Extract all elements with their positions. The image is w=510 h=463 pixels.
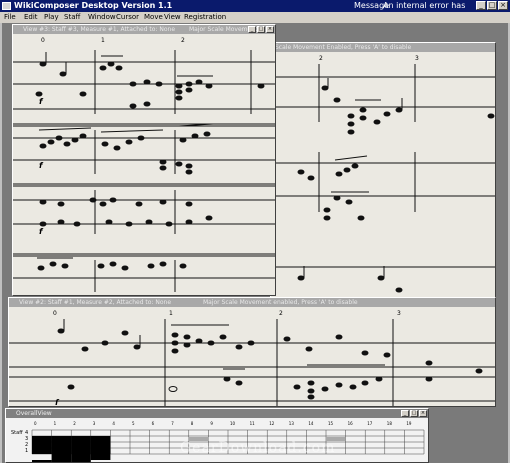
measure-number: 19: [406, 421, 412, 426]
measure-cell-filled: [51, 442, 72, 448]
measure-number: 14: [308, 421, 314, 426]
measure-cell-filled: [90, 442, 111, 448]
measure-number: 3: [415, 55, 419, 62]
maximize-button[interactable]: □: [487, 1, 497, 10]
menu-file[interactable]: File: [4, 12, 16, 23]
measure-number: 15: [328, 421, 334, 426]
measure-cell-filled: [71, 448, 91, 454]
measure-number: 1: [169, 310, 173, 317]
menu-play[interactable]: Play: [44, 12, 59, 23]
window-close-button[interactable]: ×: [419, 410, 427, 417]
window-hint: Major Scale Movement enabled, Press 'A' …: [202, 299, 358, 306]
window-minimize-button[interactable]: _: [248, 26, 256, 33]
measure-number: 1: [101, 37, 105, 44]
app-titlebar: WikiComposer Desktop Version 1.1 Message…: [0, 0, 510, 22]
minimize-button[interactable]: _: [476, 1, 486, 10]
measure-cell-filled: [32, 442, 52, 448]
window-titlebar[interactable]: View #3: Staff #3, Measure #1, Attached …: [13, 25, 275, 34]
measure-cell-filled: [90, 454, 111, 460]
measure-number: 12: [269, 421, 275, 426]
window-titlebar[interactable]: Scale Movement Enabled, Press 'A' to dis…: [271, 43, 495, 52]
menu-move[interactable]: Move: [144, 12, 163, 23]
measure-cell-filled: [51, 436, 72, 442]
measure-cell-filled: [32, 448, 52, 454]
measure-cell-filled: [71, 436, 91, 442]
window-maximize-button[interactable]: □: [410, 410, 418, 417]
measure-number: 16: [348, 421, 354, 426]
menu-registration[interactable]: Registration: [184, 12, 226, 23]
measure-number: 1: [54, 421, 57, 426]
dynamic-marking: f: [39, 227, 44, 236]
measure-number: 17: [367, 421, 373, 426]
measure-cell-filled: [71, 442, 91, 448]
measure-cell-filled: [51, 454, 72, 460]
score-window-view3[interactable]: View #3: Staff #3, Measure #1, Attached …: [12, 24, 276, 296]
menu-bar: File Edit Play Staff Window Cursor Move …: [0, 12, 510, 23]
app-icon: [2, 2, 11, 10]
measure-number: 3: [397, 310, 401, 317]
window-title: View #3: Staff #3, Measure #1, Attached …: [23, 26, 176, 33]
dynamic-marking: f: [55, 398, 60, 407]
menu-view[interactable]: View: [164, 12, 181, 23]
measure-number: 3: [93, 421, 96, 426]
measure-number: 2: [279, 310, 283, 317]
measure-number: 7: [171, 421, 174, 426]
measure-cell-filled: [90, 448, 111, 454]
window-close-button[interactable]: ×: [266, 26, 274, 33]
measure-number: 0: [34, 421, 37, 426]
measure-cell-filled: [32, 436, 52, 442]
measure-cell-filled: [51, 460, 72, 462]
score-window-view2[interactable]: View #2: Staff #1, Measure #2, Attached …: [8, 297, 496, 407]
window-maximize-button[interactable]: □: [257, 26, 265, 33]
menu-window[interactable]: Window: [88, 12, 116, 23]
measure-number: 11: [250, 421, 256, 426]
measure-number: 13: [289, 421, 295, 426]
measure-number: 8: [191, 421, 194, 426]
measure-number: 2: [319, 55, 323, 62]
app-title: WikiComposer Desktop Version 1.1: [14, 1, 173, 10]
menu-cursor[interactable]: Cursor: [116, 12, 139, 23]
measure-number: 0: [41, 37, 45, 44]
window-minimize-button[interactable]: _: [401, 410, 409, 417]
score-area[interactable]: 0 1 2 f f f: [13, 34, 275, 295]
measure-number: 10: [230, 421, 236, 426]
staff-label: Staff: [11, 430, 23, 436]
score-canvas[interactable]: 0 1 2 f f f: [13, 34, 275, 296]
measure-number: 5: [132, 421, 135, 426]
measure-cell-filled: [32, 460, 52, 462]
measure-cell-filled: [51, 448, 72, 454]
score-canvas[interactable]: 2 3: [271, 52, 496, 302]
measure-number: 2: [181, 37, 185, 44]
menu-staff[interactable]: Staff: [64, 12, 80, 23]
dynamic-marking: f: [39, 97, 44, 106]
score-area[interactable]: 2 3: [271, 52, 495, 301]
measure-number: 4: [112, 421, 115, 426]
window-titlebar[interactable]: OverallView _ □ ×: [6, 409, 428, 418]
dynamic-marking: f: [39, 161, 44, 170]
window-title: OverallView: [16, 410, 52, 417]
measure-cell-filled: [71, 454, 91, 460]
watermark: GearDownload.com: [180, 440, 336, 456]
measure-number: 0: [53, 310, 57, 317]
measure-number: 18: [387, 421, 393, 426]
measure-number: 2: [73, 421, 76, 426]
window-title: View #2: Staff #1, Measure #2, Attached …: [19, 299, 172, 306]
score-window-view1[interactable]: Scale Movement Enabled, Press 'A' to dis…: [270, 42, 496, 302]
score-area[interactable]: 0 1 2 3 f: [9, 307, 495, 406]
window-titlebar[interactable]: View #2: Staff #1, Measure #2, Attached …: [9, 298, 495, 307]
score-canvas[interactable]: 0 1 2 3 f: [9, 307, 495, 407]
close-button[interactable]: ×: [498, 1, 508, 10]
staff-number: 1: [25, 448, 28, 454]
measure-cell-filled: [71, 460, 91, 462]
measure-number: 9: [210, 421, 213, 426]
measure-number: 6: [152, 421, 155, 426]
measure-cell-filled: [90, 436, 111, 442]
menu-edit[interactable]: Edit: [24, 12, 38, 23]
window-title: Scale Movement Enabled, Press 'A' to dis…: [275, 44, 412, 51]
